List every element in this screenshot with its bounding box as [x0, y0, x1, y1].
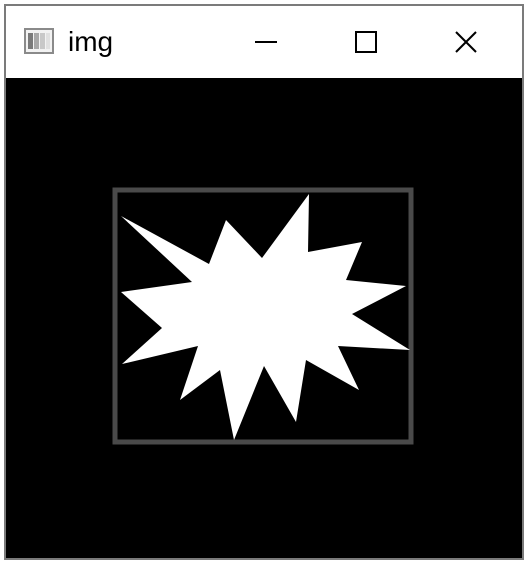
maximize-icon	[355, 31, 377, 53]
minimize-icon	[255, 41, 277, 43]
image-display	[112, 187, 414, 445]
image-window-icon	[24, 28, 54, 54]
maximize-button[interactable]	[326, 6, 406, 78]
close-icon	[455, 31, 477, 53]
image-window: img	[4, 4, 524, 560]
window-title: img	[68, 26, 114, 57]
close-button[interactable]	[426, 6, 506, 78]
image-canvas	[6, 78, 522, 558]
title-bar[interactable]: img	[6, 6, 522, 78]
starburst-shape	[121, 194, 410, 440]
minimize-button[interactable]	[226, 6, 306, 78]
